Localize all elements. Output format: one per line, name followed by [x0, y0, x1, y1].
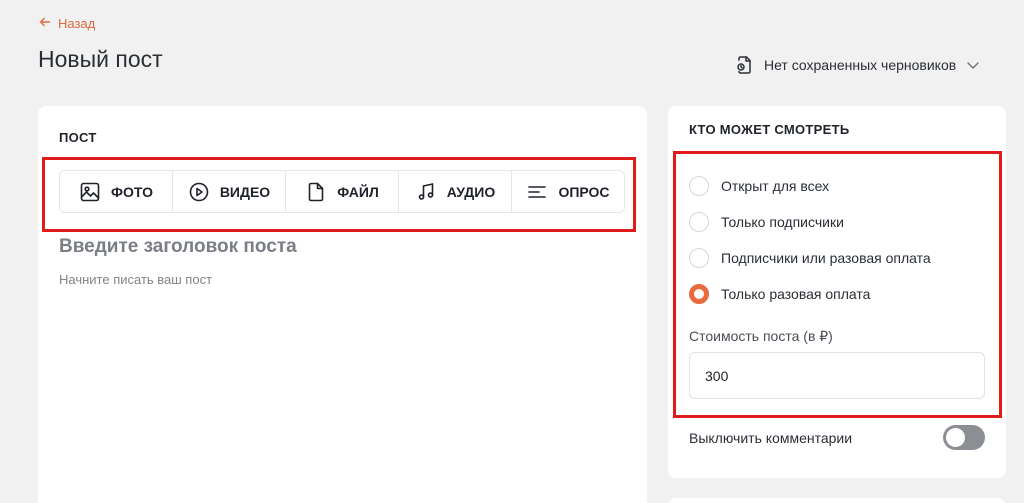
- drafts-dropdown[interactable]: Нет сохраненных черновиков: [734, 55, 980, 75]
- post-section-title: ПОСТ: [59, 130, 97, 145]
- back-link[interactable]: Назад: [38, 15, 95, 32]
- next-card: [668, 498, 1006, 503]
- disable-comments-label: Выключить комментарии: [689, 430, 853, 446]
- post-title-input[interactable]: Введите заголовок поста: [59, 236, 297, 258]
- back-link-label: Назад: [58, 16, 96, 31]
- disable-comments-toggle[interactable]: [943, 425, 985, 450]
- visibility-section-title: КТО МОЖЕТ СМОТРЕТЬ: [689, 122, 850, 137]
- page-title: Новый пост: [38, 46, 163, 72]
- draft-history-icon: [734, 55, 754, 75]
- media-toolbar-highlight: [42, 157, 636, 232]
- toggle-knob: [946, 428, 965, 447]
- arrow-left-icon: [38, 15, 52, 32]
- drafts-label: Нет сохраненных черновиков: [764, 57, 957, 73]
- post-body-input[interactable]: Начните писать ваш пост: [59, 272, 212, 287]
- visibility-highlight: [673, 151, 1002, 418]
- chevron-down-icon: [966, 58, 980, 72]
